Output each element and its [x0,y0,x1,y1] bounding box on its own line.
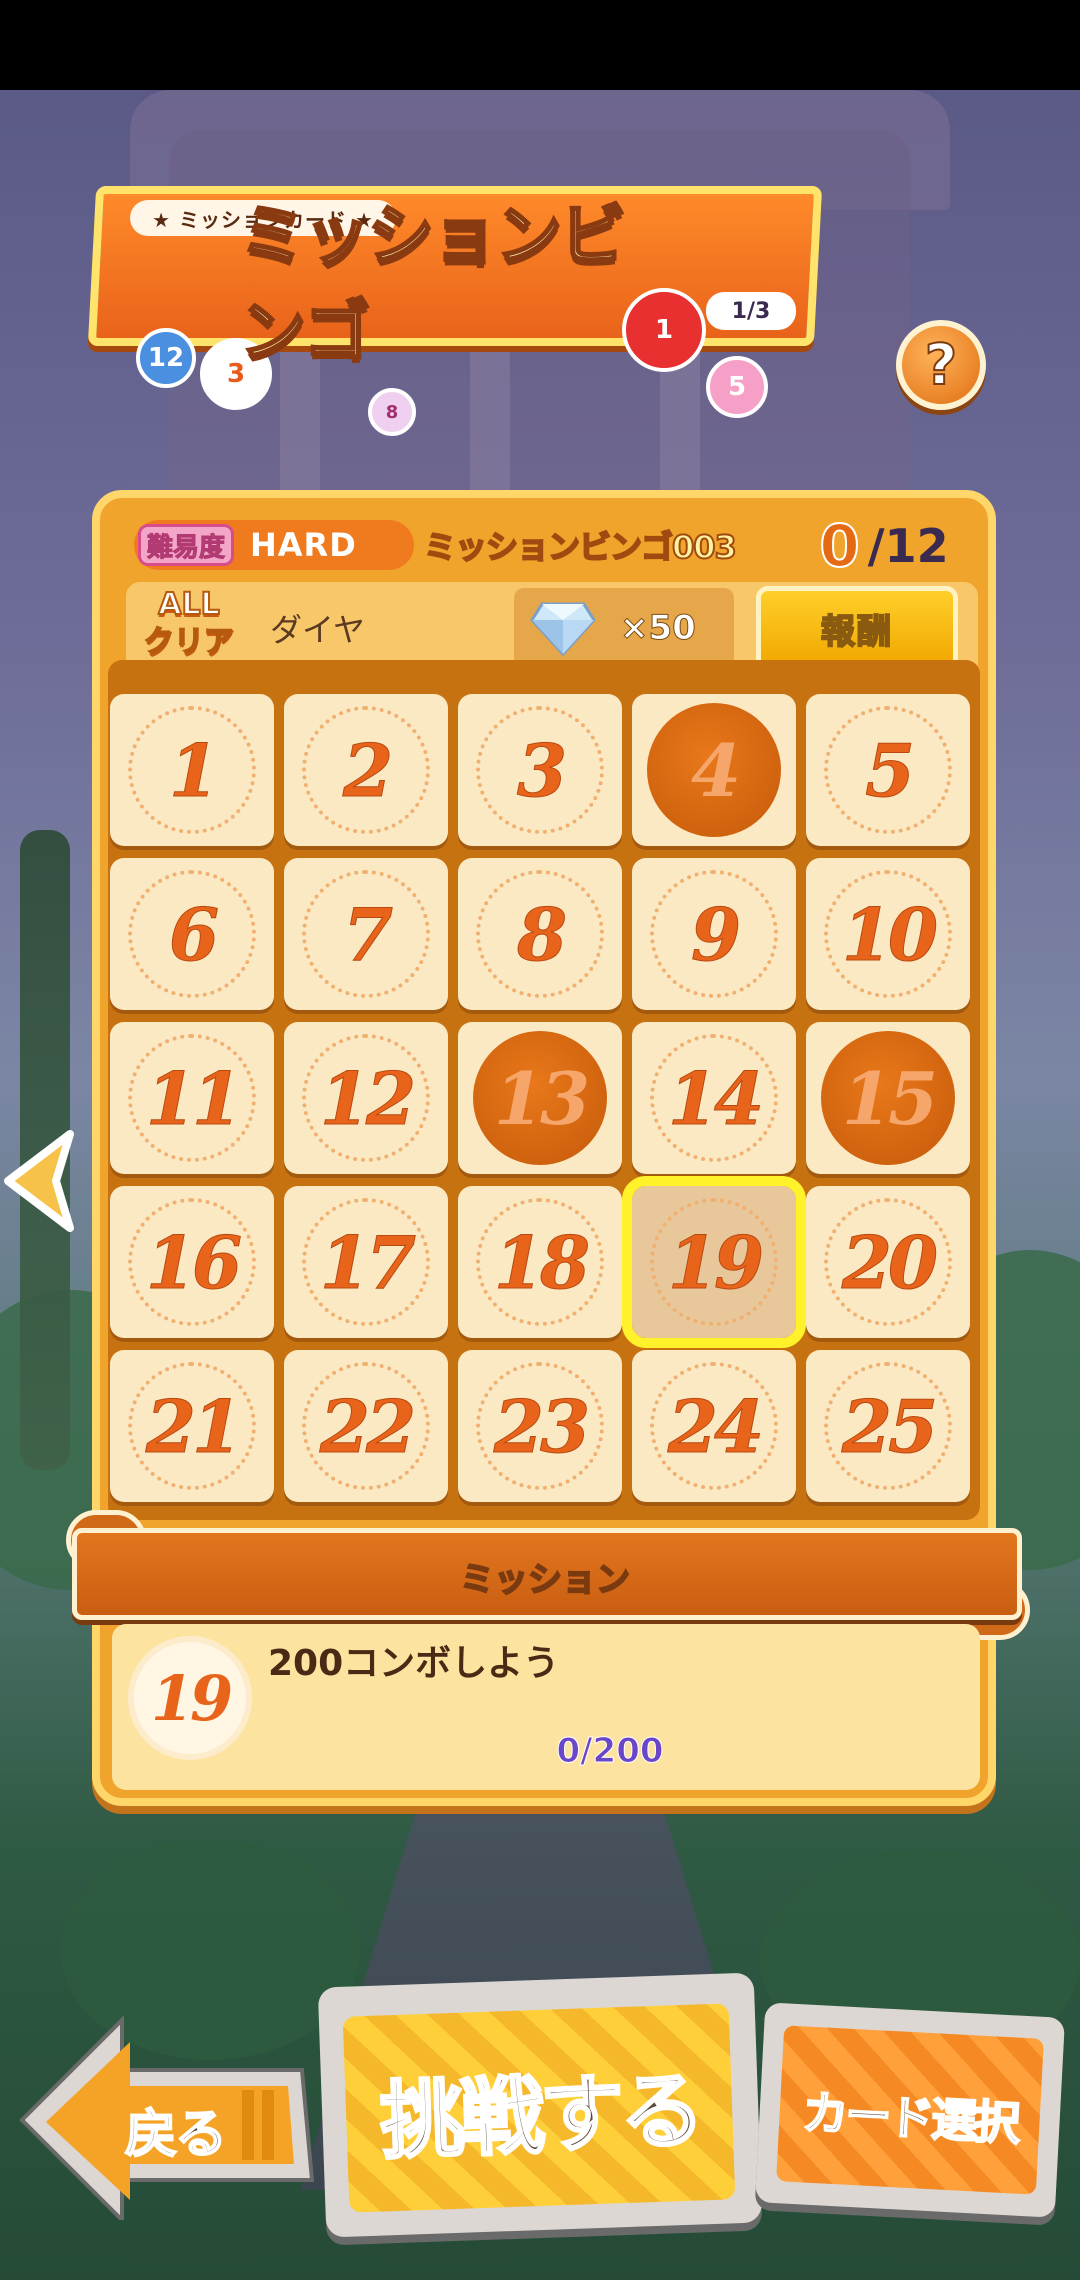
reward-quantity: ×50 [620,608,697,649]
bingo-cell-18[interactable]: 18 [458,1186,622,1338]
bingo-cell-number: 12 [319,1055,416,1141]
bingo-cell-12[interactable]: 12 [284,1022,448,1174]
diamond-icon [530,602,596,656]
bingo-cell-number: 20 [841,1219,938,1305]
bingo-cell-11[interactable]: 11 [110,1022,274,1174]
bingo-cell-number: 16 [145,1219,242,1305]
bingo-cell-number: 17 [319,1219,416,1305]
bingo-cell-number: 21 [145,1383,242,1469]
bingo-cell-8[interactable]: 8 [458,858,622,1010]
page-title: ミッションビンゴ [239,196,628,372]
bingo-cell-number: 6 [168,891,219,977]
bingo-cell-number: 3 [516,727,567,813]
mission-description: 200コンボしよう [268,1643,560,1684]
bingo-cell-number: 7 [342,891,393,977]
bingo-cell-number: 4 [690,727,741,813]
bingo-cell-number: 15 [841,1055,938,1141]
bingo-cell-15[interactable]: 15 [806,1022,970,1174]
bingo-cell-1[interactable]: 1 [110,694,274,846]
difficulty-label: 難易度 [138,524,234,566]
bingo-cell-number: 2 [342,727,393,813]
question-icon: ? [924,332,959,399]
bingo-cell-14[interactable]: 14 [632,1022,796,1174]
bingo-cell-number: 10 [841,891,938,977]
bingo-cell-3[interactable]: 3 [458,694,622,846]
bingo-cell-22[interactable]: 22 [284,1350,448,1502]
progress-current: 0 [818,511,860,581]
bingo-cell-number: 22 [319,1383,416,1469]
bingo-ball: 8 [368,388,416,436]
bingo-progress: 0 /12 [794,506,974,586]
bingo-cell-number: 24 [667,1383,764,1469]
bingo-cell-25[interactable]: 25 [806,1350,970,1502]
bingo-cell-number: 1 [168,727,219,813]
reward-button[interactable]: 報酬 [756,586,958,670]
bingo-cell-21[interactable]: 21 [110,1350,274,1502]
bingo-grid: 1 2 3 4 5 6 7 8 9 10 11 12 13 14 15 16 17 18 19 20 21 22 23 24 2… [110,694,980,1510]
reward-name: ダイヤ [270,611,366,649]
bingo-cell-number: 23 [493,1383,590,1469]
bingo-cell-number: 8 [516,891,567,977]
back-button-label: 戻る [124,2104,228,2166]
bingo-cell-number: 18 [493,1219,590,1305]
bingo-ball: 12 [136,328,196,388]
difficulty-value: HARD [250,526,357,564]
bingo-cell-number: 11 [145,1055,242,1141]
bingo-cell-number: 14 [667,1055,764,1141]
bingo-cell-23[interactable]: 23 [458,1350,622,1502]
bingo-cell-24[interactable]: 24 [632,1350,796,1502]
bingo-cell-13[interactable]: 13 [458,1022,622,1174]
progress-total: /12 [867,519,949,573]
bingo-cell-6[interactable]: 6 [110,858,274,1010]
bingo-cell-19[interactable]: 19 [622,1176,806,1348]
bingo-cell-5[interactable]: 5 [806,694,970,846]
bingo-cell-20[interactable]: 20 [806,1186,970,1338]
bingo-cell-7[interactable]: 7 [284,858,448,1010]
challenge-button-label: 挑戦する [377,2059,703,2171]
bingo-cell-number: 25 [841,1383,938,1469]
status-bar [0,0,1080,90]
bingo-cell-10[interactable]: 10 [806,858,970,1010]
bingo-cell-number: 13 [493,1055,590,1141]
bingo-cell-16[interactable]: 16 [110,1186,274,1338]
bingo-cell-number: 5 [864,727,915,813]
help-button[interactable]: ? [896,320,986,410]
bingo-ball: 5 [706,356,768,418]
mission-number-badge: 19 [128,1636,252,1760]
allclear-text-line: クリア [143,624,235,661]
bingo-cell-number: 9 [690,891,741,977]
mission-header: ミッション [459,1559,631,1601]
allclear-text-line: ALL [157,586,220,623]
card-select-button-label: カード選択 [800,2084,1020,2151]
bingo-cell-4[interactable]: 4 [632,694,796,846]
previous-card-arrow[interactable] [0,1126,80,1236]
bingo-cell-2[interactable]: 2 [284,694,448,846]
card-page-indicator: 1/3 [706,292,796,330]
bingo-cell-number: 19 [667,1219,764,1305]
bingo-cell-9[interactable]: 9 [632,858,796,1010]
bingo-cell-17[interactable]: 17 [284,1186,448,1338]
mission-progress: 0/200 [556,1731,664,1772]
bingo-card-name: ミッションビンゴ003 [423,527,738,567]
